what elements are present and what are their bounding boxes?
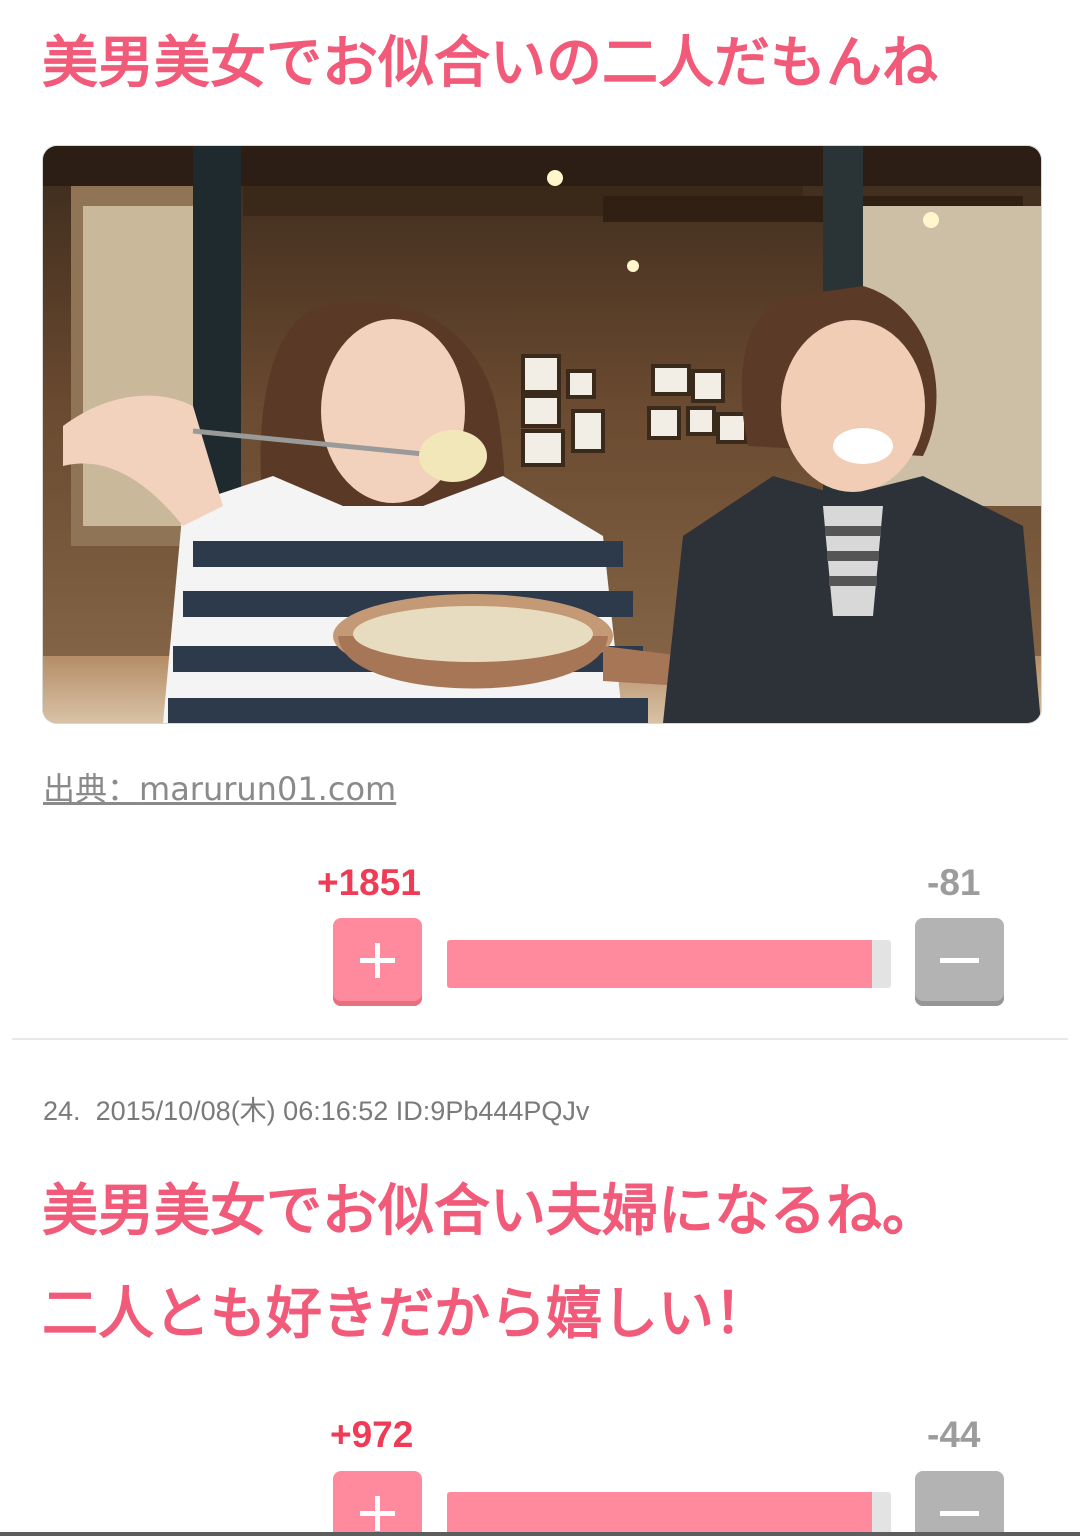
comment-divider bbox=[12, 1038, 1068, 1040]
comment-text: 美男美女でお似合いの二人だもんね bbox=[42, 31, 938, 96]
minus-icon bbox=[940, 958, 979, 963]
minus-vote-count: -81 bbox=[927, 862, 981, 903]
minus-icon bbox=[940, 1511, 979, 1516]
vote-ratio-fill bbox=[447, 1492, 872, 1536]
comment-text-line1: 美男美女でお似合い夫婦になるね。 bbox=[42, 1179, 938, 1244]
minus-vote-button[interactable] bbox=[915, 1471, 1004, 1536]
comment-text-line2: 二人とも好きだから嬉しい！ bbox=[42, 1282, 770, 1347]
screen-bottom-edge bbox=[0, 1532, 1080, 1536]
plus-icon bbox=[360, 943, 395, 978]
plus-vote-count: +972 bbox=[330, 1414, 414, 1455]
plus-vote-button[interactable] bbox=[333, 918, 422, 1006]
plus-vote-count: +1851 bbox=[317, 862, 421, 903]
minus-vote-button[interactable] bbox=[915, 918, 1004, 1006]
source-label: 出典： bbox=[43, 770, 140, 808]
comment-meta: 24. 2015/10/08(木) 06:16:52 ID:9Pb444PQJv bbox=[43, 1089, 589, 1128]
comment-photo[interactable] bbox=[43, 146, 1041, 723]
comment-user-id: ID:9Pb444PQJv bbox=[395, 1096, 590, 1126]
vote-ratio-fill bbox=[447, 940, 873, 988]
vote-ratio-bar bbox=[447, 1492, 891, 1536]
comment-datetime: 2015/10/08(木) 06:16:52 bbox=[95, 1096, 389, 1126]
minus-vote-count: -44 bbox=[927, 1414, 981, 1455]
plus-icon bbox=[360, 1496, 395, 1531]
restaurant-photo bbox=[43, 146, 1041, 723]
source-link[interactable]: 出典：marurun01.com bbox=[43, 764, 396, 810]
source-domain[interactable]: marurun01.com bbox=[139, 770, 396, 808]
plus-vote-button[interactable] bbox=[333, 1471, 422, 1536]
comment-page: 美男美女でお似合いの二人だもんね 出典：marurun01.com +1851 … bbox=[0, 0, 1080, 1536]
comment-number: 24. bbox=[43, 1096, 81, 1126]
vote-ratio-bar bbox=[447, 940, 891, 988]
